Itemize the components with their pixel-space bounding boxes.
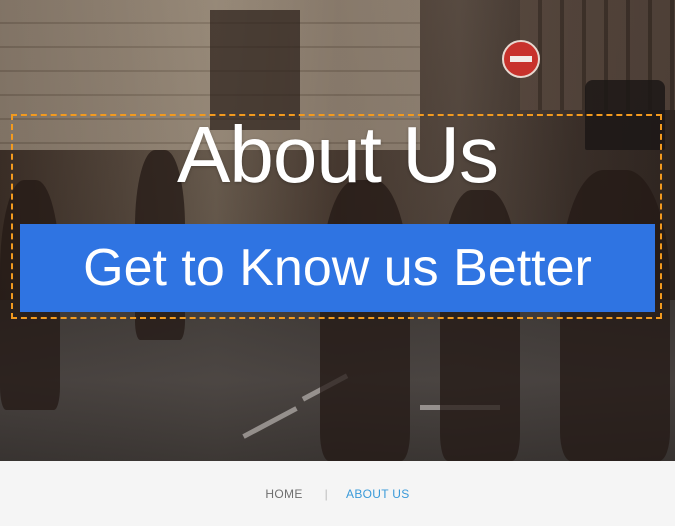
hero-banner: About Us Get to Know us Better	[0, 0, 675, 461]
breadcrumb: HOME | ABOUT US	[0, 461, 675, 526]
breadcrumb-current-link[interactable]: ABOUT US	[346, 487, 410, 501]
breadcrumb-separator: |	[324, 486, 329, 501]
breadcrumb-home-link[interactable]: HOME	[265, 487, 302, 501]
no-entry-sign-image	[502, 40, 540, 78]
selection-highlight-box	[11, 114, 662, 319]
